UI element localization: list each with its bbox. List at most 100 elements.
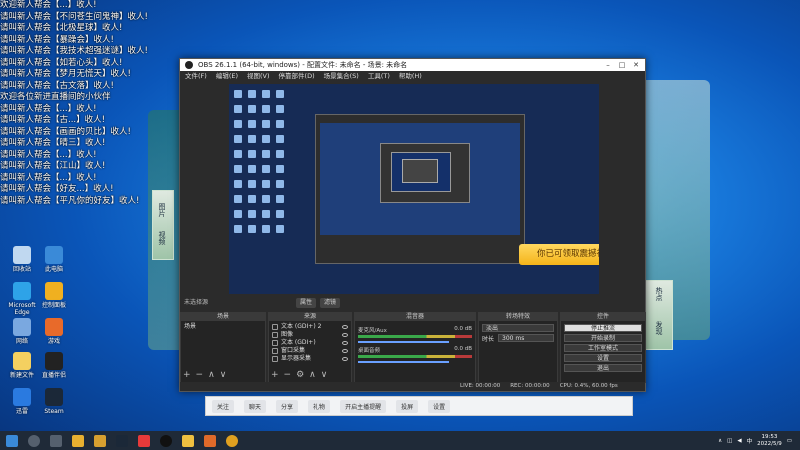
move-down-icon[interactable]: ∨ bbox=[321, 370, 328, 380]
menu-item[interactable]: 停靠部件(D) bbox=[279, 71, 315, 82]
eye-icon[interactable] bbox=[342, 341, 348, 345]
properties-button[interactable]: 属性 bbox=[296, 298, 317, 308]
chat-message: 请叫新人帮会【...】收人! bbox=[0, 172, 97, 183]
window-titlebar[interactable]: OBS 26.1.1 (64-bit, windows) - 配置文件: 未命名… bbox=[180, 59, 645, 71]
preview-icon bbox=[248, 195, 256, 203]
source-item[interactable]: 文本 (GDI+) 2 bbox=[272, 323, 348, 331]
minimize-icon[interactable]: – bbox=[601, 59, 615, 71]
desktop-icon[interactable]: 直播伴侣 bbox=[36, 352, 72, 379]
preview-icon bbox=[262, 105, 270, 113]
preview-icon bbox=[276, 225, 284, 233]
preview-icon bbox=[234, 195, 242, 203]
chrome-icon[interactable] bbox=[226, 434, 238, 447]
control-button[interactable]: 停止推流 bbox=[564, 324, 642, 332]
control-button[interactable]: 开始录制 bbox=[564, 334, 642, 342]
scene-item[interactable]: 场景 bbox=[184, 323, 262, 331]
side-panel-right-top[interactable]: 热点 bbox=[654, 287, 664, 301]
ime-indicator[interactable]: 中 bbox=[747, 437, 753, 445]
app-icon bbox=[45, 318, 63, 336]
eye-icon[interactable] bbox=[342, 325, 348, 329]
network-icon[interactable]: ◫ bbox=[727, 438, 732, 444]
move-down-icon[interactable]: ∨ bbox=[220, 370, 227, 380]
gift-popup[interactable]: 你已可领取震撼礼包 bbox=[519, 244, 599, 265]
file-explorer-icon[interactable] bbox=[72, 434, 84, 447]
preview-icon bbox=[276, 150, 284, 158]
app-bar-item[interactable]: 设置 bbox=[428, 399, 451, 413]
control-button[interactable]: 退出 bbox=[564, 364, 642, 372]
desktop-icon[interactable]: Steam bbox=[36, 388, 72, 415]
source-item[interactable]: 显示器采集 bbox=[272, 355, 348, 363]
eye-icon[interactable] bbox=[342, 349, 348, 353]
move-up-icon[interactable]: ∧ bbox=[208, 370, 215, 380]
live-app-icon[interactable] bbox=[138, 434, 150, 447]
app-icon bbox=[13, 246, 31, 264]
filters-button[interactable]: 滤镜 bbox=[320, 298, 341, 308]
transition-select[interactable]: 淡出 bbox=[482, 324, 554, 332]
remove-scene-icon[interactable]: − bbox=[196, 370, 204, 380]
desktop-icon[interactable]: 迅雷 bbox=[4, 388, 40, 415]
folder-icon[interactable] bbox=[182, 434, 194, 447]
source-item[interactable]: 图像 bbox=[272, 331, 348, 339]
volume-slider[interactable] bbox=[358, 341, 450, 343]
remove-source-icon[interactable]: − bbox=[284, 370, 292, 380]
menu-item[interactable]: 帮助(H) bbox=[399, 71, 422, 82]
app-bar-item[interactable]: 开启主播提醒 bbox=[340, 399, 387, 413]
preview-canvas[interactable]: 你已可领取震撼礼包 bbox=[229, 84, 599, 294]
notification-icon[interactable]: ▭ bbox=[787, 438, 792, 444]
eye-icon[interactable] bbox=[342, 333, 348, 337]
browser-icon[interactable] bbox=[94, 434, 106, 447]
app-bar-item[interactable]: 关注 bbox=[212, 399, 235, 413]
app-bar-item[interactable]: 分享 bbox=[276, 399, 299, 413]
desktop-icon[interactable]: 游戏 bbox=[36, 318, 72, 345]
desktop-icon[interactable]: 此电脑 bbox=[36, 246, 72, 273]
close-icon[interactable]: ✕ bbox=[629, 59, 643, 71]
clock[interactable]: 19:53 2022/5/9 bbox=[757, 434, 782, 448]
menu-item[interactable]: 工具(T) bbox=[368, 71, 390, 82]
desktop-icon[interactable]: 控制面板 bbox=[36, 282, 72, 309]
desktop-icon[interactable]: 网络 bbox=[4, 318, 40, 345]
source-item[interactable]: 文本 (GDI+) bbox=[272, 339, 348, 347]
desktop-icon[interactable]: 新建文件 bbox=[4, 352, 40, 379]
app-bar-item[interactable]: 投屏 bbox=[396, 399, 419, 413]
volume-icon[interactable]: ◀ bbox=[737, 438, 741, 444]
start-icon[interactable] bbox=[6, 434, 18, 447]
duration-input[interactable]: 300 ms bbox=[498, 334, 554, 342]
desktop-icon[interactable]: Microsoft Edge bbox=[4, 282, 40, 316]
source-label: 文本 (GDI+) 2 bbox=[281, 323, 322, 330]
menu-item[interactable]: 视图(V) bbox=[247, 71, 270, 82]
preview-toolbar: 未选择源 属性 滤镜 bbox=[180, 297, 645, 309]
app-bar-item[interactable]: 礼物 bbox=[308, 399, 331, 413]
chevron-up-icon[interactable]: ∧ bbox=[718, 438, 722, 444]
move-up-icon[interactable]: ∧ bbox=[309, 370, 316, 380]
app-icon[interactable] bbox=[204, 434, 216, 447]
gear-icon[interactable]: ⚙ bbox=[296, 370, 304, 380]
channel-db: 0.0 dB bbox=[454, 326, 472, 332]
source-item[interactable]: 窗口采集 bbox=[272, 347, 348, 355]
steam-icon[interactable] bbox=[116, 434, 128, 447]
add-scene-icon[interactable]: + bbox=[183, 370, 191, 380]
side-panel-right-bottom[interactable]: 发现 bbox=[654, 321, 664, 335]
add-source-icon[interactable]: + bbox=[271, 370, 279, 380]
menu-bar: 文件(F) 编辑(E) 视图(V) 停靠部件(D) 场景集合(S) 工具(T) 帮助(H) bbox=[180, 71, 645, 82]
sources-list: 文本 (GDI+) 2 图像 文本 (GDI+) 窗口采集 显示器采集 bbox=[269, 321, 351, 365]
obs-taskbar-icon[interactable] bbox=[160, 434, 172, 447]
maximize-icon[interactable]: □ bbox=[615, 59, 629, 71]
live-status: LIVE: 00:00:00 bbox=[460, 383, 501, 389]
control-button[interactable]: 工作室模式 bbox=[564, 344, 642, 352]
app-bar-item[interactable]: 聊天 bbox=[244, 399, 267, 413]
menu-item[interactable]: 文件(F) bbox=[185, 71, 207, 82]
menu-item[interactable]: 场景集合(S) bbox=[324, 71, 359, 82]
chat-message: 请叫新人帮会【暴躁会】收人! bbox=[0, 34, 114, 45]
search-icon[interactable] bbox=[28, 434, 40, 447]
system-tray: ∧ ◫ ◀ 中 19:53 2022/5/9 ▭ bbox=[718, 431, 792, 450]
preview-icon bbox=[248, 135, 256, 143]
control-button[interactable]: 设置 bbox=[564, 354, 642, 362]
desktop-icon[interactable]: 回收站 bbox=[4, 246, 40, 273]
preview-icon bbox=[276, 210, 284, 218]
eye-icon[interactable] bbox=[342, 357, 348, 361]
preview-icon bbox=[248, 120, 256, 128]
menu-item[interactable]: 编辑(E) bbox=[216, 71, 238, 82]
obs-window[interactable]: OBS 26.1.1 (64-bit, windows) - 配置文件: 未命名… bbox=[179, 58, 646, 392]
task-view-icon[interactable] bbox=[50, 434, 62, 447]
volume-slider[interactable] bbox=[358, 361, 450, 363]
